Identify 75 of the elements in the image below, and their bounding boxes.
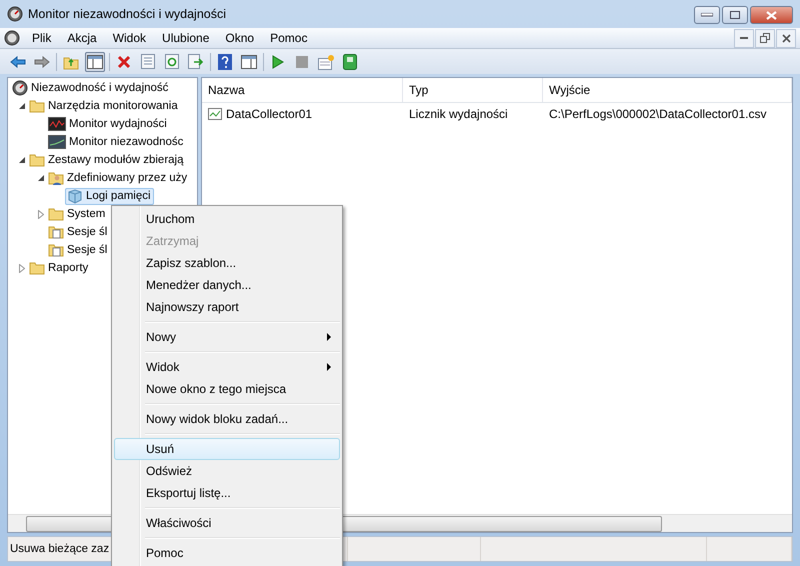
folder-icon: [29, 260, 45, 276]
menu-item[interactable]: Najnowszy raport: [114, 296, 340, 318]
minimize-icon: [701, 13, 713, 17]
maximize-icon: [730, 11, 740, 19]
close-button[interactable]: [750, 6, 793, 24]
tree-item[interactable]: Sesje śl: [46, 224, 110, 240]
tree-item[interactable]: Zestawy modułów zbierają: [27, 152, 187, 168]
graph-icon: [48, 135, 66, 149]
column-header[interactable]: Wyjście: [543, 78, 792, 102]
expanded-arrow-icon[interactable]: [38, 174, 44, 182]
menu-item[interactable]: Menedżer danych...: [114, 274, 340, 296]
menu-item[interactable]: Ulubione: [154, 31, 218, 45]
document-icon: [48, 224, 64, 240]
expanded-arrow-icon[interactable]: [18, 156, 26, 164]
tree-item[interactable]: Sesje śl: [46, 242, 110, 258]
menu-item[interactable]: Plik: [24, 31, 60, 45]
properties-icon[interactable]: [138, 52, 158, 72]
menu-item[interactable]: Widok: [114, 356, 340, 378]
menu-item[interactable]: Zapisz szablon...: [114, 252, 340, 274]
menu-item[interactable]: Nowy widok bloku zadań...: [114, 408, 340, 430]
gauge-icon: [7, 6, 23, 22]
menu-item[interactable]: Pomoc: [114, 542, 340, 564]
cube-icon: [67, 188, 83, 204]
tree-item[interactable]: Zdefiniowany przez uży: [46, 170, 190, 186]
menu-item[interactable]: Nowy: [114, 326, 340, 348]
menu-item[interactable]: Akcja: [59, 31, 105, 45]
list-cell: DataCollector01: [202, 107, 403, 121]
folder-icon: [29, 152, 45, 168]
menu-item[interactable]: Nowe okno z tego miejsca: [114, 378, 340, 400]
folder-icon: [48, 206, 64, 222]
menu-item[interactable]: Usuń: [114, 438, 340, 460]
minimize-icon: [740, 36, 748, 40]
help-icon[interactable]: [215, 52, 235, 72]
refresh-icon[interactable]: [162, 52, 182, 72]
book-icon[interactable]: [340, 52, 360, 72]
tree-item[interactable]: Logi pamięci: [65, 188, 154, 204]
close-button[interactable]: [776, 28, 796, 48]
restore-button[interactable]: [755, 28, 775, 48]
menu-item[interactable]: Odśwież: [114, 460, 340, 482]
expanded-arrow-icon[interactable]: [18, 102, 26, 110]
menu-item[interactable]: Właściwości: [114, 512, 340, 534]
tree-item[interactable]: Niezawodność i wydajność: [10, 80, 172, 96]
document-icon: [48, 242, 64, 258]
folder-icon: [29, 98, 45, 114]
status-text: Usuwa bieżące zaz: [10, 543, 110, 555]
close-icon: [766, 10, 777, 20]
column-header[interactable]: Nazwa: [202, 78, 403, 102]
chart-icon: [48, 117, 66, 131]
menu-item[interactable]: Pomoc: [262, 31, 316, 45]
menu-item[interactable]: Uruchom: [114, 208, 340, 230]
list-cell-text: C:\PerfLogs\000002\DataCollector01.csv: [548, 107, 768, 121]
tree-item[interactable]: Monitor niezawodnośc: [46, 134, 186, 150]
collapsed-arrow-icon[interactable]: [38, 210, 44, 218]
export-icon[interactable]: [186, 52, 206, 72]
tree-pane-icon[interactable]: [85, 52, 105, 72]
folder-icon: [48, 170, 64, 186]
close-icon: [782, 34, 790, 42]
menu-item[interactable]: Widok: [104, 31, 154, 45]
window-title: Monitor niezawodności i wydajności: [28, 7, 226, 21]
collapsed-arrow-icon[interactable]: [19, 264, 25, 272]
tree-item[interactable]: System: [46, 206, 108, 222]
minimize-button[interactable]: [694, 6, 720, 24]
minimize-button[interactable]: [734, 28, 754, 48]
chart-icon: [208, 108, 222, 120]
tree-item[interactable]: Monitor wydajności: [46, 116, 170, 132]
column-header[interactable]: Typ: [403, 78, 543, 102]
tree-item[interactable]: Narzędzia monitorowania: [27, 98, 181, 114]
list-cell-text: Licznik wydajności: [408, 107, 509, 121]
menu-item[interactable]: Okno: [217, 31, 262, 45]
maximize-button[interactable]: [722, 6, 748, 24]
gauge-icon: [12, 80, 28, 96]
tree-item[interactable]: Raporty: [27, 260, 92, 276]
gauge-icon[interactable]: [4, 30, 20, 46]
restore-icon: [760, 33, 770, 43]
menu-item[interactable]: Eksportuj listę...: [114, 482, 340, 504]
